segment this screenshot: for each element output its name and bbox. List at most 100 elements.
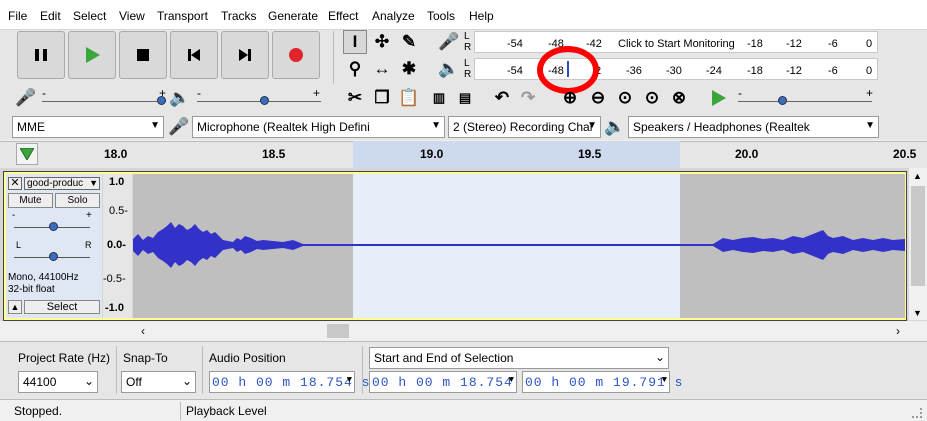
scroll-right-icon[interactable]: ›	[896, 324, 900, 338]
paste-icon[interactable]: 📋	[397, 86, 421, 110]
selection-tool-icon[interactable]: I	[343, 30, 367, 54]
skip-end-icon	[239, 49, 251, 61]
separator	[116, 346, 117, 394]
draw-tool-icon[interactable]: ✎	[397, 30, 421, 54]
track-control-panel: ✕ good-produc ▼ Mute Solo - + L R Mono, 4…	[6, 174, 102, 318]
zoom-out-icon[interactable]: ⊖	[586, 86, 610, 110]
scroll-left-icon[interactable]: ‹	[141, 324, 145, 338]
playback-volume-slider[interactable]	[197, 101, 321, 102]
selection-start-field[interactable]: 00 h 00 m 18.754 s ▼	[369, 371, 529, 393]
track-name-menu[interactable]: good-produc ▼	[24, 177, 100, 190]
vertical-scrollbar[interactable]: ▲ ▼	[909, 168, 927, 320]
menu-view[interactable]: View	[119, 9, 145, 23]
stop-button[interactable]	[119, 31, 167, 79]
scale-label: 1.0	[109, 176, 125, 188]
menu-transport[interactable]: Transport	[157, 9, 208, 23]
zoom-toggle-icon[interactable]: ⊗	[667, 86, 691, 110]
playback-meter-tick: -18	[747, 65, 763, 77]
speed-slider-plus: +	[866, 86, 874, 100]
playback-device-select[interactable]: Speakers / Headphones (Realtek ▼	[628, 116, 879, 138]
scale-label: 0.0-	[107, 239, 126, 251]
playback-volume-knob[interactable]	[260, 96, 269, 105]
status-bar: Stopped. Playback Level	[0, 399, 927, 421]
project-rate-select[interactable]: 44100 ⌄	[18, 371, 98, 393]
waveform-area[interactable]	[133, 174, 905, 318]
selection-mode-value: Start and End of Selection	[374, 351, 514, 365]
selection-end-value: 00 h 00 m 19.791 s	[525, 375, 684, 390]
timeline-options-button[interactable]	[16, 143, 38, 165]
menu-tracks[interactable]: Tracks	[221, 9, 257, 23]
project-rate-value: 44100	[23, 375, 57, 389]
fit-project-icon[interactable]: ⊙	[640, 86, 664, 110]
gain-knob[interactable]	[49, 222, 58, 231]
multi-tool-icon[interactable]: ✱	[397, 57, 421, 81]
audio-host-value: MME	[17, 120, 45, 134]
audio-host-select[interactable]: MME ▼	[12, 116, 164, 138]
zoom-in-icon[interactable]: ⊕	[558, 86, 582, 110]
solo-button[interactable]: Solo	[55, 193, 100, 208]
vertical-scroll-thumb[interactable]	[911, 186, 925, 286]
recording-channels-select[interactable]: 2 (Stereo) Recording Chai ▼	[448, 116, 601, 138]
menu-select[interactable]: Select	[73, 9, 106, 23]
menu-edit[interactable]: Edit	[40, 9, 61, 23]
menu-tools[interactable]: Tools	[427, 9, 455, 23]
record-button[interactable]	[272, 31, 320, 79]
recording-device-select[interactable]: Microphone (Realtek High Defini ▼	[192, 116, 445, 138]
skip-to-end-button[interactable]	[221, 31, 269, 79]
record-meter[interactable]: -54 -48 -42 Click to Start Monitoring -1…	[474, 31, 878, 53]
selection-start-value: 00 h 00 m 18.754 s	[372, 375, 531, 390]
menu-file[interactable]: File	[8, 9, 27, 23]
menu-effect[interactable]: Effect	[328, 9, 358, 23]
resize-grip-icon[interactable]	[912, 408, 922, 418]
zoom-tool-icon[interactable]: ⚲	[343, 57, 367, 81]
envelope-tool-icon[interactable]: ✣	[370, 30, 394, 54]
collapse-track-icon[interactable]: ▲	[8, 300, 22, 314]
menu-help[interactable]: Help	[469, 9, 494, 23]
recording-volume-knob[interactable]	[157, 96, 166, 105]
undo-icon[interactable]: ↶	[490, 86, 514, 110]
track-name: good-produc	[27, 178, 84, 189]
play-button[interactable]	[68, 31, 116, 79]
silence-icon[interactable]: ▤	[453, 86, 477, 110]
project-rate-label: Project Rate (Hz)	[18, 351, 111, 365]
time-shift-tool-icon[interactable]: ↔	[370, 57, 394, 81]
close-track-icon[interactable]: ✕	[8, 177, 22, 190]
redo-icon[interactable]: ↷	[516, 86, 540, 110]
menu-analyze[interactable]: Analyze	[372, 9, 415, 23]
speaker-icon[interactable]: 🔈	[437, 57, 461, 81]
select-track-button[interactable]: Select	[24, 300, 100, 314]
track-format-info: 32-bit float	[8, 284, 55, 295]
record-slider-minus: -	[42, 86, 46, 100]
ruler-label: 18.5	[262, 147, 286, 161]
play-speed-knob[interactable]	[778, 96, 787, 105]
horizontal-scroll-thumb[interactable]	[327, 324, 349, 338]
scroll-down-icon[interactable]: ▼	[913, 308, 922, 318]
chevron-down-icon: ▼	[89, 178, 98, 188]
skip-to-start-button[interactable]	[170, 31, 218, 79]
separator	[333, 31, 334, 84]
pan-knob[interactable]	[49, 252, 58, 261]
vertical-scale[interactable]: 1.0 0.5- 0.0- -0.5- -1.0	[103, 174, 132, 318]
microphone-icon[interactable]: 🎤	[437, 30, 461, 54]
snap-to-label: Snap-To	[123, 351, 168, 365]
selection-end-field[interactable]: 00 h 00 m 19.791 s ▼	[522, 371, 682, 393]
snap-to-select[interactable]: Off ⌄	[121, 371, 196, 393]
selection-mode-select[interactable]: Start and End of Selection ⌄	[369, 347, 669, 369]
record-meter-prompt[interactable]: Click to Start Monitoring	[618, 38, 735, 50]
cut-icon[interactable]: ✂	[343, 86, 367, 110]
ruler-label: 19.5	[578, 147, 602, 161]
play-at-speed-button[interactable]	[706, 86, 730, 110]
trim-icon[interactable]: ▥	[427, 86, 451, 110]
scroll-up-icon[interactable]: ▲	[913, 171, 922, 181]
fit-selection-icon[interactable]: ⊙	[613, 86, 637, 110]
playback-meter[interactable]: -54 -48 2 -36 -30 -24 -18 -12 -6 0	[474, 58, 878, 80]
mute-button[interactable]: Mute	[8, 193, 53, 208]
recording-device-icon: 🎤	[168, 117, 190, 136]
menu-generate[interactable]: Generate	[268, 9, 318, 23]
audio-position-field[interactable]: 00 h 00 m 18.754 s ▼	[209, 371, 369, 393]
play-speed-slider[interactable]	[738, 101, 872, 102]
recording-volume-slider[interactable]	[42, 101, 166, 102]
pause-button[interactable]	[17, 31, 65, 79]
copy-icon[interactable]: ❐	[370, 86, 394, 110]
horizontal-scrollbar[interactable]: ‹ ›	[0, 321, 927, 341]
